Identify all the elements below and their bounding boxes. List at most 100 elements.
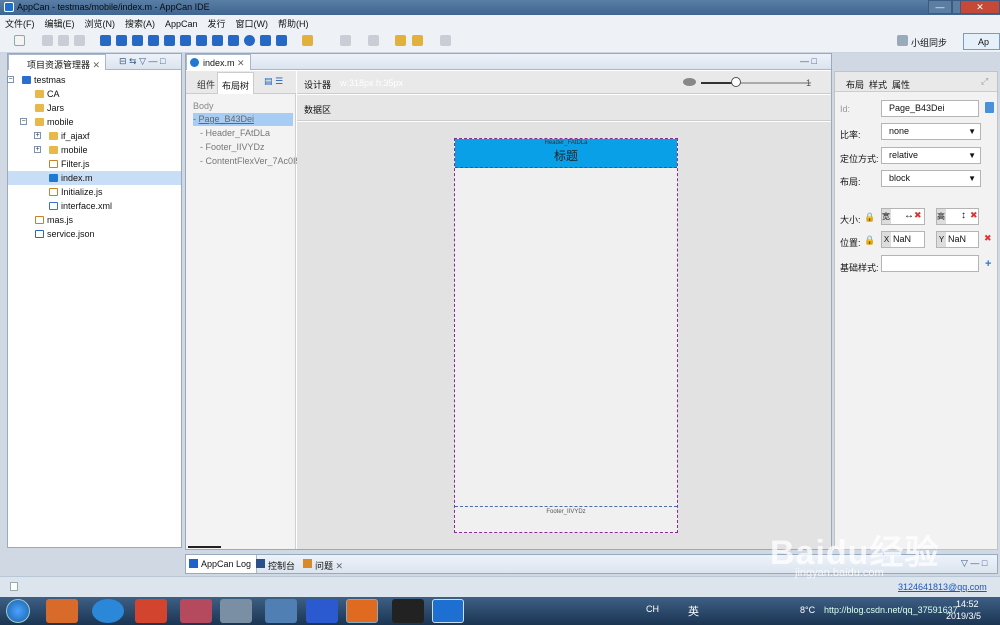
ime-indicator[interactable]: 英 xyxy=(688,603,699,619)
clear-width-icon[interactable]: ✖ xyxy=(914,210,922,221)
phone-footer[interactable]: Footer_IIVYDz xyxy=(455,506,677,532)
tool-icon[interactable] xyxy=(302,35,313,46)
save-all-icon[interactable] xyxy=(58,35,69,46)
status-email[interactable]: 3124641813@qq.com xyxy=(898,582,987,592)
start-button[interactable] xyxy=(6,599,30,623)
explorer-view-icons[interactable]: ⊟ ⇆ ▽ — □ xyxy=(119,56,165,67)
menu-search[interactable]: 搜索(A) xyxy=(120,15,160,30)
tree-node-content[interactable]: - ContentFlexVer_7Ac0I5 xyxy=(200,156,301,166)
tree-item[interactable]: mas.js xyxy=(8,213,181,227)
add-style-icon[interactable]: + xyxy=(985,258,991,270)
preview-eye-icon[interactable] xyxy=(244,35,255,46)
layout-tree-toolbar-icons[interactable]: ▤ ☰ xyxy=(264,76,283,87)
lock-icon[interactable]: 🔒 xyxy=(864,235,875,246)
tree-item[interactable]: Jars xyxy=(8,101,181,115)
tree-node-footer[interactable]: - Footer_IIVYDz xyxy=(200,142,265,152)
rocket-icon[interactable] xyxy=(180,35,191,46)
tree-item[interactable]: index.m xyxy=(8,171,181,185)
wps-icon[interactable] xyxy=(135,599,167,623)
deploy-icon[interactable] xyxy=(148,35,159,46)
bottom-view-icons[interactable]: ▽ — □ xyxy=(961,558,987,569)
print-icon[interactable] xyxy=(74,35,85,46)
layout-select[interactable]: block ▼ xyxy=(881,170,981,187)
x-input[interactable]: X NaN xyxy=(881,231,925,248)
tab-layout-tree[interactable]: 布局树 xyxy=(217,72,255,94)
lang-indicator[interactable]: CH xyxy=(646,604,659,614)
clear-height-icon[interactable]: ✖ xyxy=(970,210,978,221)
tab-layout[interactable]: 布局 xyxy=(846,78,864,91)
tree-item[interactable]: Filter.js xyxy=(8,157,181,171)
tree-node-header[interactable]: - Header_FAtDLa xyxy=(200,128,270,138)
tree-item[interactable]: + if_ajaxf xyxy=(8,129,181,143)
phone-header[interactable]: Header_FAtDLa 标题 xyxy=(455,139,677,168)
id-input[interactable]: Page_B43Dei xyxy=(881,100,979,117)
delete-icon[interactable] xyxy=(985,102,994,113)
clear-position-icon[interactable]: ✖ xyxy=(984,233,992,244)
expand-toggle-icon[interactable]: + xyxy=(34,146,41,153)
phone-page[interactable]: Header_FAtDLa 标题 Footer_IIVYDz xyxy=(454,138,678,533)
last-edit-icon[interactable] xyxy=(395,35,406,46)
menu-edit[interactable]: 编辑(E) xyxy=(40,15,80,30)
tab-style[interactable]: 样式 xyxy=(869,78,887,91)
app-icon[interactable] xyxy=(180,599,212,623)
forward-arrow-icon[interactable] xyxy=(440,35,451,46)
run-icon[interactable] xyxy=(100,35,111,46)
clock-date[interactable]: 2019/3/5 xyxy=(946,611,981,621)
scroll-indicator[interactable] xyxy=(188,546,221,548)
prev-annotation-icon[interactable] xyxy=(368,35,379,46)
save-icon[interactable] xyxy=(42,35,53,46)
paint-icon[interactable] xyxy=(220,599,252,623)
eye-icon[interactable] xyxy=(683,78,696,86)
tree-item[interactable]: service.json xyxy=(8,227,181,241)
minimize-button[interactable]: — xyxy=(928,0,952,14)
tab-components[interactable]: 组件 xyxy=(197,78,215,91)
debug-icon[interactable] xyxy=(116,35,127,46)
tree-node-page[interactable]: - Page_B43Dei xyxy=(193,114,254,124)
zoom-slider-thumb[interactable] xyxy=(731,77,741,87)
expand-icon[interactable]: ⤢ xyxy=(981,76,988,87)
expand-toggle-icon[interactable]: + xyxy=(34,132,41,139)
device-icon[interactable] xyxy=(196,35,207,46)
calculator-icon[interactable] xyxy=(265,599,297,623)
tab-project-explorer[interactable]: 项目资源管理器 ✕ xyxy=(8,54,107,70)
wps-word-icon[interactable] xyxy=(306,599,338,623)
tree-item[interactable]: CA xyxy=(8,87,181,101)
menu-navigate[interactable]: 浏览(N) xyxy=(80,15,121,30)
appcan-taskbar-icon[interactable] xyxy=(432,599,464,623)
menu-appcan[interactable]: AppCan xyxy=(160,17,203,29)
tree-item[interactable]: interface.xml xyxy=(8,199,181,213)
menu-help[interactable]: 帮助(H) xyxy=(273,15,314,30)
tree-item[interactable]: − testmas xyxy=(7,73,181,87)
menu-window[interactable]: 窗口(W) xyxy=(231,15,274,30)
ratio-select[interactable]: none ▼ xyxy=(881,123,981,140)
copy-icon[interactable] xyxy=(260,35,271,46)
emulator-icon[interactable] xyxy=(212,35,223,46)
y-input[interactable]: Y NaN xyxy=(936,231,979,248)
tree-root-body[interactable]: Body xyxy=(193,101,214,111)
tree-item[interactable]: + mobile xyxy=(8,143,181,157)
tree-item[interactable]: Initialize.js xyxy=(8,185,181,199)
tab-console[interactable]: 控制台 xyxy=(268,559,295,572)
expand-toggle-icon[interactable]: − xyxy=(20,118,27,125)
close-button[interactable]: ✕ xyxy=(960,0,1000,14)
book-icon[interactable] xyxy=(276,35,287,46)
next-annotation-icon[interactable] xyxy=(340,35,351,46)
position-select[interactable]: relative ▼ xyxy=(881,147,981,164)
firefox-icon[interactable] xyxy=(346,599,378,623)
clock-time[interactable]: 14:52 xyxy=(956,599,979,609)
appcan-perspective-button[interactable]: Ap xyxy=(963,33,1000,50)
qq-icon[interactable] xyxy=(392,599,424,623)
tab-problems[interactable]: 问题 ✕ xyxy=(315,559,343,572)
tab-attributes[interactable]: 属性 xyxy=(892,78,910,91)
menu-file[interactable]: 文件(F) xyxy=(0,15,40,30)
refresh-icon[interactable] xyxy=(164,35,175,46)
lock-icon[interactable]: 🔒 xyxy=(864,212,875,223)
new-icon[interactable] xyxy=(14,35,25,46)
menu-publish[interactable]: 发行 xyxy=(203,15,231,30)
tree-item[interactable]: − mobile xyxy=(8,115,181,129)
sync-icon[interactable] xyxy=(897,35,908,46)
expand-toggle-icon[interactable]: − xyxy=(7,76,14,83)
ie-icon[interactable] xyxy=(92,599,124,623)
media-player-icon[interactable] xyxy=(46,599,78,623)
base-style-input[interactable] xyxy=(881,255,979,272)
